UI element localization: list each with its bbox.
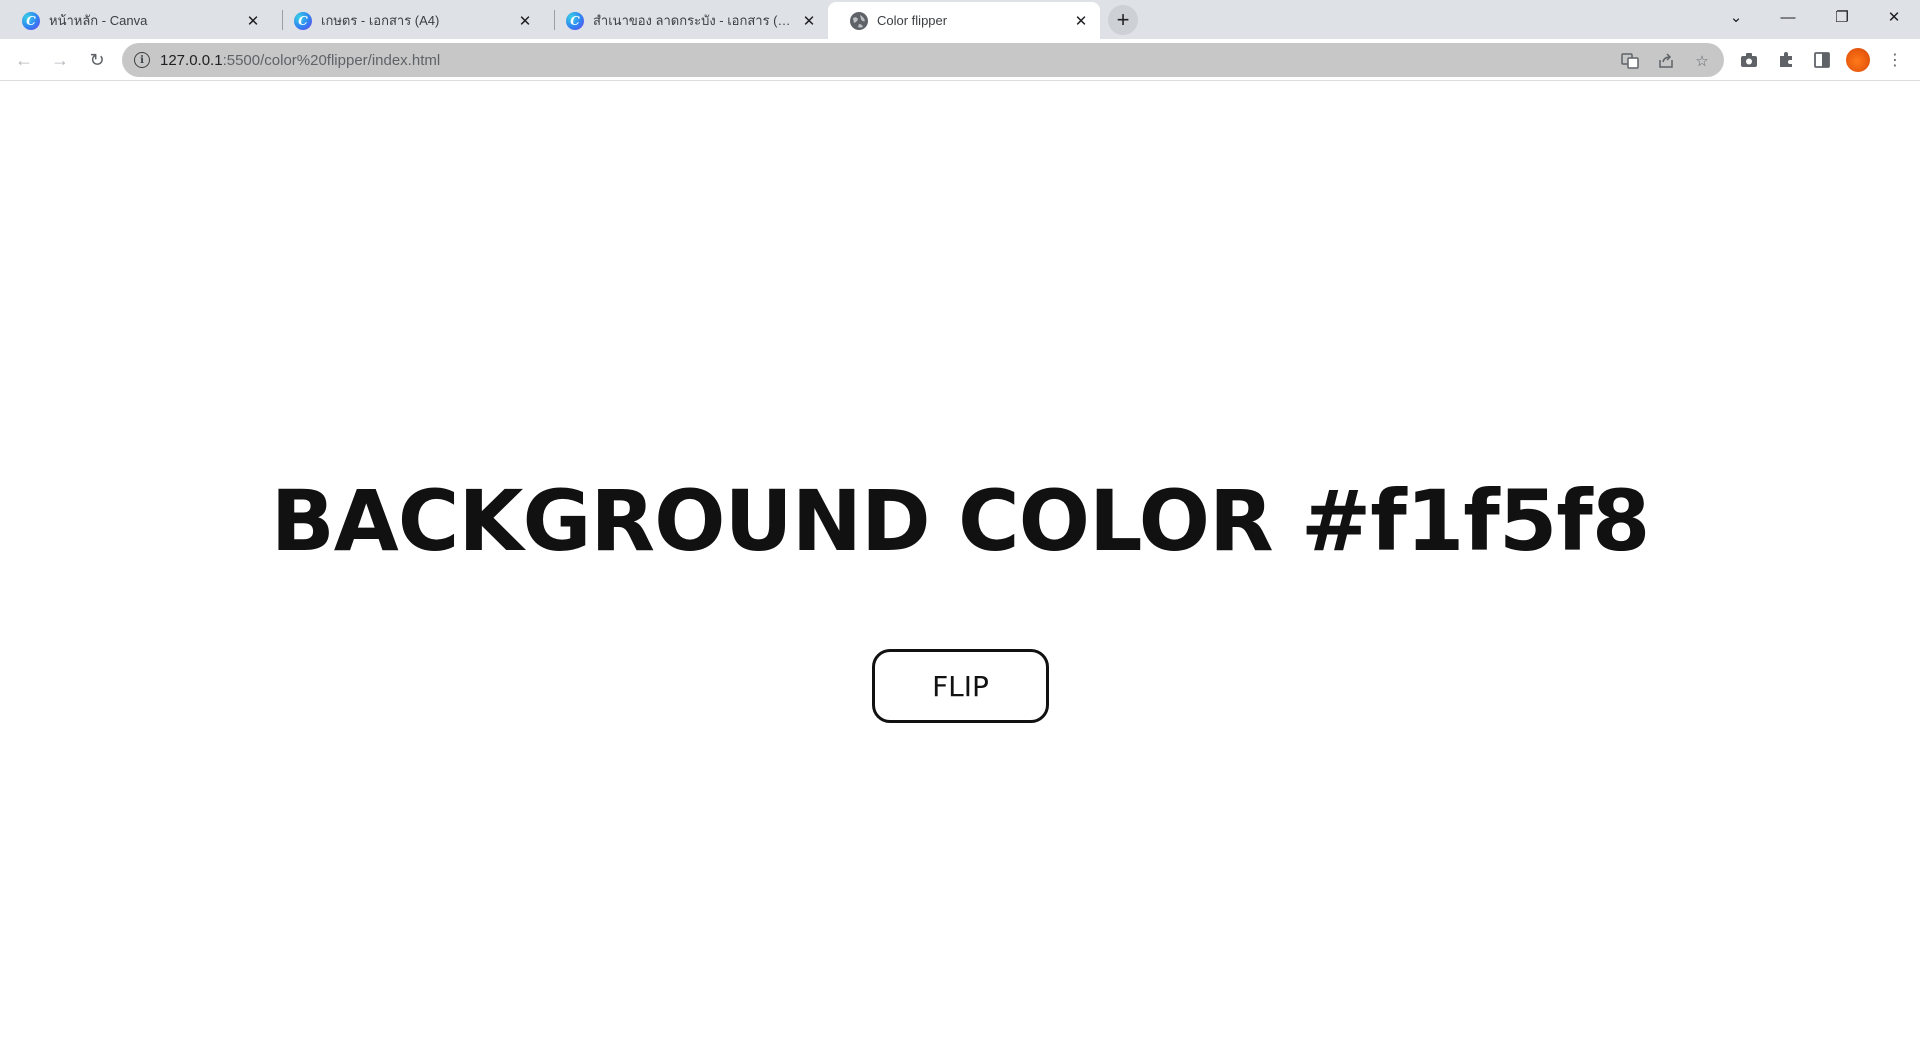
url-text[interactable]: 127.0.0.1:5500/color%20flipper/index.htm… — [160, 52, 440, 69]
bookmark-star-icon[interactable]: ☆ — [1691, 50, 1713, 72]
translate-icon[interactable] — [1619, 50, 1641, 72]
background-color-heading: BACKGROUND COLOR #f1f5f8 — [270, 472, 1651, 570]
close-icon[interactable]: ✕ — [1072, 12, 1090, 30]
tab-title: Color flipper — [877, 13, 948, 28]
share-icon-graphic — [1659, 53, 1673, 68]
tab-color-flipper[interactable]: Color flipper ✕ — [828, 2, 1100, 39]
address-bar[interactable]: i 127.0.0.1:5500/color%20flipper/index.h… — [122, 43, 1724, 77]
tab-search-chevron-icon[interactable]: ⌄ — [1710, 0, 1762, 34]
close-icon[interactable]: ✕ — [516, 12, 534, 30]
tab-title: เกษตร - เอกสาร (A4) — [321, 13, 440, 28]
page-body: BACKGROUND COLOR #f1f5f8 FLIP — [0, 82, 1920, 1040]
camera-icon-graphic — [1741, 53, 1757, 67]
tab-canva-home[interactable]: C หน้าหลัก - Canva ✕ — [0, 2, 272, 39]
tab-strip: C หน้าหลัก - Canva ✕ C เกษตร - เอกสาร (A… — [0, 0, 1920, 39]
forward-button[interactable]: → — [44, 44, 76, 76]
translate-icon-graphic — [1621, 53, 1639, 69]
close-icon[interactable]: ✕ — [244, 12, 262, 30]
close-window-button[interactable]: ✕ — [1868, 0, 1920, 34]
menu-kebab-icon[interactable]: ⋮ — [1883, 48, 1907, 72]
flip-button[interactable]: FLIP — [872, 649, 1049, 723]
restore-button[interactable]: ❐ — [1816, 0, 1868, 34]
site-info-icon[interactable]: i — [134, 52, 150, 68]
tab-ladkrabang-copy[interactable]: C สำเนาของ ลาดกระบัง - เอกสาร (A4) ✕ — [544, 2, 828, 39]
canva-icon: C — [566, 11, 584, 30]
puzzle-icon-graphic — [1780, 52, 1792, 67]
close-icon[interactable]: ✕ — [800, 12, 818, 30]
tab-title: สำเนาของ ลาดกระบัง - เอกสาร (A4) — [593, 13, 794, 28]
url-host: 127.0.0.1 — [160, 51, 223, 69]
canva-icon: C — [22, 11, 40, 30]
side-panel-icon-graphic — [1814, 52, 1830, 68]
canva-icon: C — [294, 11, 312, 30]
globe-icon-graphic — [851, 12, 867, 29]
globe-icon — [850, 11, 868, 30]
tab-title: หน้าหลัก - Canva — [49, 13, 148, 28]
url-path: :5500/color%20flipper/index.html — [222, 51, 441, 69]
back-button[interactable]: ← — [8, 44, 40, 76]
screenshot-camera-icon[interactable] — [1737, 48, 1761, 72]
reload-button[interactable]: ↻ — [81, 44, 113, 76]
side-panel-icon[interactable] — [1810, 48, 1834, 72]
browser-toolbar: ← → ↻ i 127.0.0.1:5500/color%20flipper/i… — [0, 39, 1920, 81]
minimize-button[interactable]: — — [1762, 0, 1814, 34]
tab-kaset[interactable]: C เกษตร - เอกสาร (A4) ✕ — [272, 2, 544, 39]
profile-avatar[interactable] — [1846, 48, 1870, 72]
extensions-puzzle-icon[interactable] — [1774, 48, 1798, 72]
new-tab-button[interactable]: + — [1108, 5, 1138, 35]
share-icon[interactable] — [1655, 50, 1677, 72]
